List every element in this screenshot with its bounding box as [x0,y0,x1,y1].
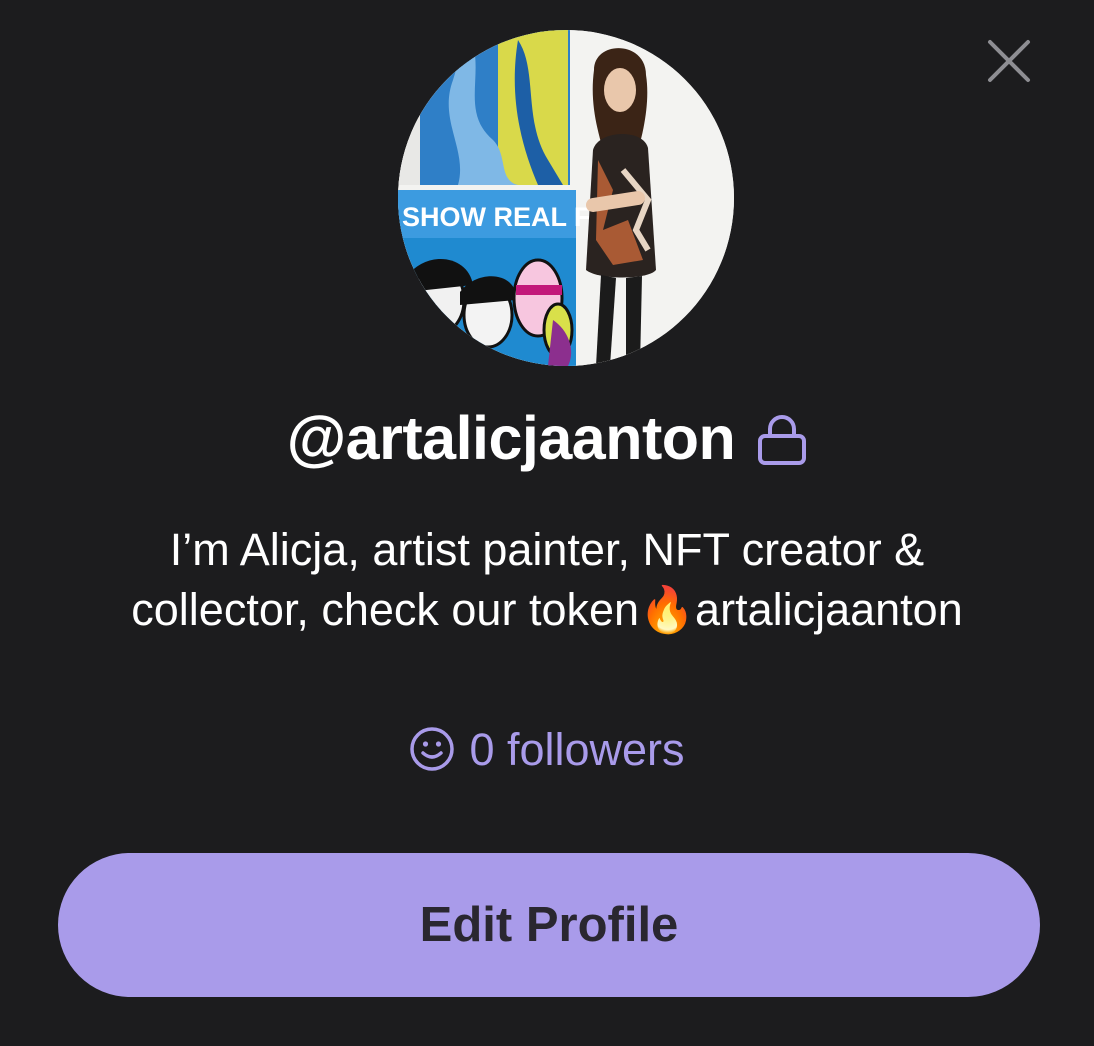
close-button[interactable] [986,38,1032,84]
smiley-icon [410,727,455,771]
followers-count: 0 followers [469,723,685,775]
avatar: SHOW REAL FACE [398,30,734,366]
bio-line: I’m Alicja, artist painter, NFT creator … [169,524,925,575]
edit-profile-label: Edit Profile [419,898,679,952]
close-icon [988,40,1030,82]
avatar-image: SHOW REAL FACE [398,30,734,366]
bio-line: collector, check our token🔥artalicjaanto… [131,584,963,635]
edit-profile-button[interactable]: Edit Profile [58,853,1040,997]
followers-link[interactable]: 0 followers [0,718,1094,780]
lock-icon[interactable] [757,414,807,466]
username-row: @artalicjaanton [0,398,1094,478]
username: @artalicjaanton [286,403,736,472]
profile-bio: I’m Alicja, artist painter, NFT creator … [40,520,1054,640]
